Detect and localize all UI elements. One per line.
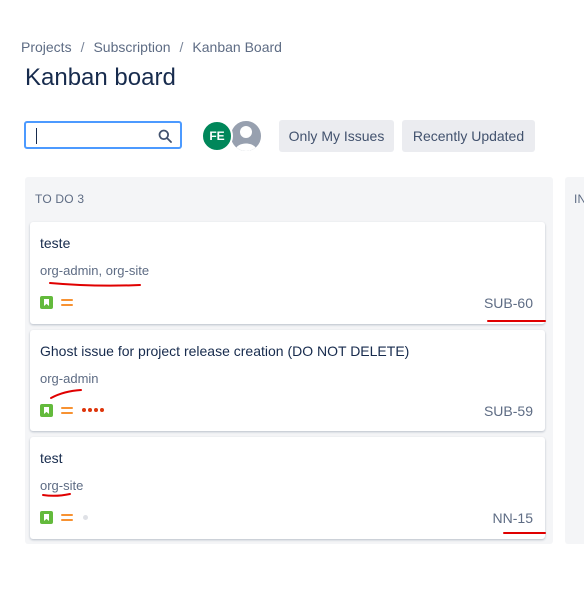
card-title: test [40,450,63,466]
priority-medium-icon [61,514,73,523]
priority-medium-icon [61,299,73,308]
estimate-empty-icon [83,515,88,520]
priority-medium-icon [61,407,73,416]
breadcrumb-separator: / [179,39,184,55]
breadcrumb-subscription[interactable]: Subscription [93,39,170,55]
avatar-fe[interactable]: FE [201,120,233,152]
column-header-in: IN [574,192,584,206]
search-input[interactable] [24,121,182,149]
card-labels: org-admin, org-site [40,263,150,278]
text-caret [36,128,37,144]
issue-card-sub-59[interactable]: Ghost issue for project release creation… [30,330,545,431]
column-in-progress: IN [565,177,584,544]
story-icon [40,404,53,417]
estimate-dots-icon [82,408,104,412]
card-labels: org-site [40,478,84,493]
column-todo: TO DO 3 teste org-admin, org-site SUB-60… [25,177,553,544]
breadcrumb-kanban-board[interactable]: Kanban Board [192,39,282,55]
breadcrumb: Projects / Subscription / Kanban Board [21,39,282,55]
recently-updated-button[interactable]: Recently Updated [402,120,535,152]
issue-key[interactable]: SUB-59 [484,403,533,419]
only-my-issues-button[interactable]: Only My Issues [279,120,394,152]
avatar-user[interactable] [229,119,263,153]
issue-key[interactable]: NN-15 [493,510,533,526]
breadcrumb-projects[interactable]: Projects [21,39,72,55]
avatar-initials: FE [209,129,225,143]
story-icon [40,296,53,309]
issue-key[interactable]: SUB-60 [484,295,533,311]
card-title: Ghost issue for project release creation… [40,343,410,359]
story-icon [40,511,53,524]
breadcrumb-separator: / [80,39,85,55]
column-header-todo: TO DO 3 [35,192,85,206]
issue-card-nn-15[interactable]: test org-site NN-15 [30,437,545,539]
issue-card-sub-60[interactable]: teste org-admin, org-site SUB-60 [30,222,545,324]
search-icon[interactable] [158,129,172,143]
user-icon [235,126,257,151]
card-labels: org-admin [40,371,99,386]
card-title: teste [40,235,71,251]
page-title: Kanban board [25,64,176,91]
